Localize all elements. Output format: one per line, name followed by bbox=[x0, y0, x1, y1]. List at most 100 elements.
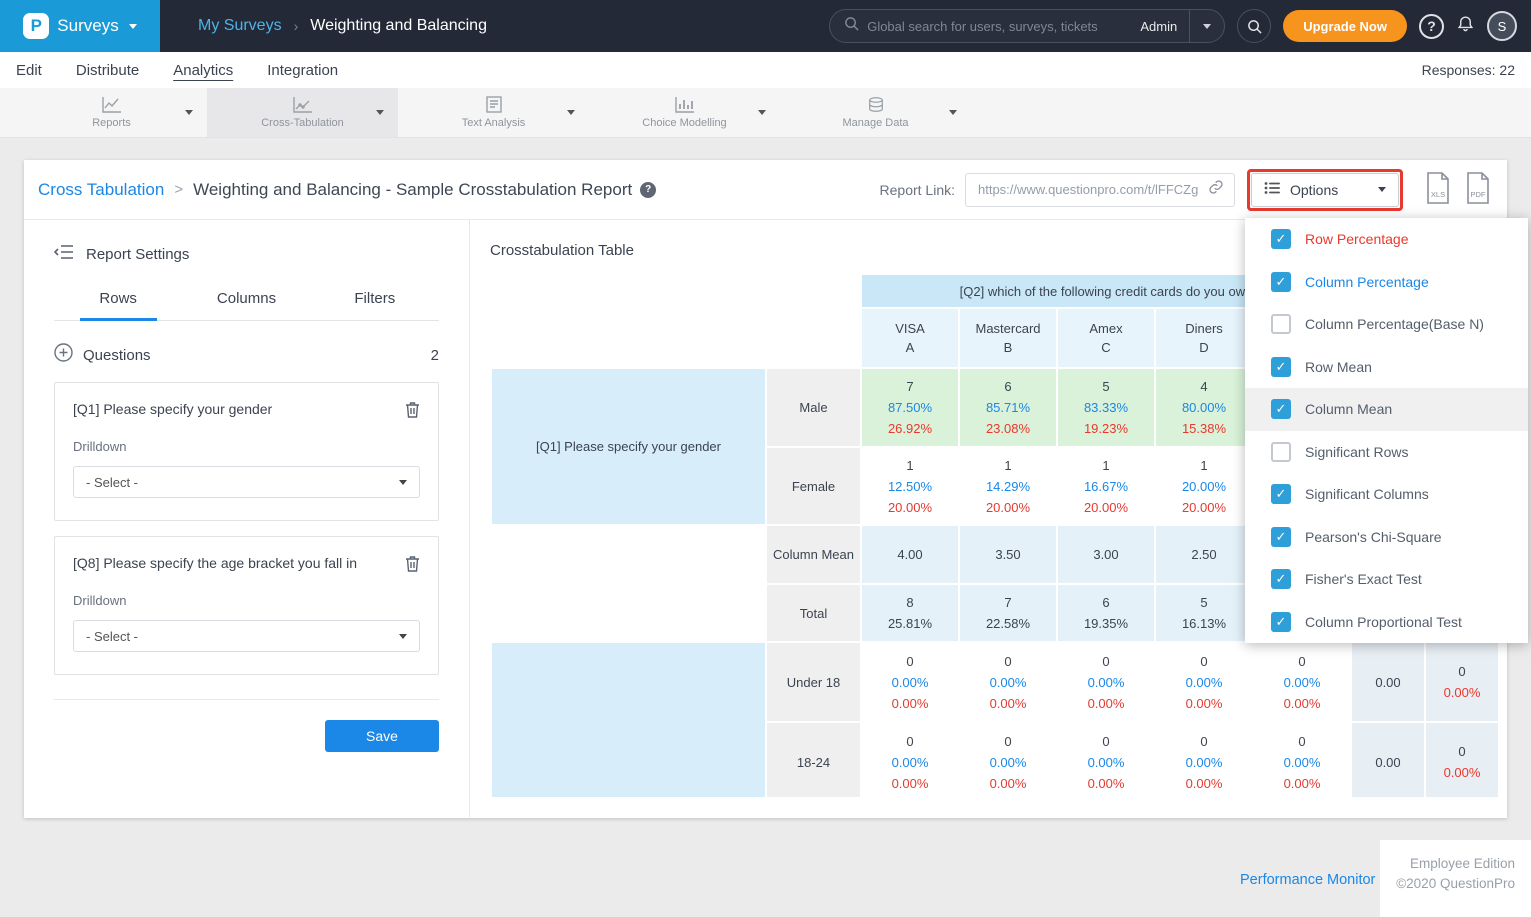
breadcrumb-separator: > bbox=[174, 181, 183, 198]
export-xls-button[interactable]: XLS bbox=[1425, 172, 1451, 207]
nav-item-edit[interactable]: Edit bbox=[16, 62, 42, 79]
topbar-actions: Admin Upgrade Now ? S bbox=[829, 9, 1531, 43]
row-total-cell: 00.00% bbox=[1426, 723, 1498, 797]
chevron-down-icon[interactable] bbox=[376, 110, 384, 115]
chevron-down-icon[interactable] bbox=[949, 110, 957, 115]
option-row-mean[interactable]: ✓Row Mean bbox=[1245, 346, 1528, 389]
option-column-percentage-base-n[interactable]: Column Percentage(Base N) bbox=[1245, 303, 1528, 346]
link-icon[interactable] bbox=[1208, 179, 1224, 200]
chevron-down-icon[interactable] bbox=[129, 24, 137, 29]
question-title: [Q8] Please specify the age bracket you … bbox=[73, 555, 405, 571]
breadcrumb-cross-tabulation[interactable]: Cross Tabulation bbox=[38, 180, 164, 200]
user-avatar[interactable]: S bbox=[1487, 11, 1517, 41]
checkbox-checked-icon[interactable]: ✓ bbox=[1271, 272, 1291, 292]
data-cell: 3.50 bbox=[960, 526, 1056, 583]
report-help-icon[interactable]: ? bbox=[640, 182, 656, 198]
cell-value: 0.00% bbox=[1254, 693, 1350, 714]
collapse-settings-icon[interactable] bbox=[54, 244, 74, 265]
options-button[interactable]: Options bbox=[1251, 173, 1399, 207]
option-column-mean[interactable]: ✓Column Mean bbox=[1245, 388, 1528, 431]
option-label: Column Percentage bbox=[1305, 274, 1429, 290]
performance-monitor-link[interactable]: Performance Monitor bbox=[1240, 872, 1375, 888]
responses-count: Responses: 22 bbox=[1422, 62, 1515, 78]
checkbox-checked-icon[interactable]: ✓ bbox=[1271, 399, 1291, 419]
checkbox-unchecked-icon[interactable] bbox=[1271, 314, 1291, 334]
nav-item-distribute[interactable]: Distribute bbox=[76, 62, 139, 79]
cell-value: 20.00% bbox=[1156, 476, 1252, 497]
checkbox-checked-icon[interactable]: ✓ bbox=[1271, 484, 1291, 504]
report-title: Weighting and Balancing - Sample Crossta… bbox=[193, 180, 632, 200]
cell-value: 0.00% bbox=[862, 773, 958, 794]
checkbox-checked-icon[interactable]: ✓ bbox=[1271, 229, 1291, 249]
option-column-proportional-test[interactable]: ✓ Column Proportional Test bbox=[1245, 601, 1528, 644]
nav-item-integration[interactable]: Integration bbox=[267, 62, 338, 79]
search-input[interactable] bbox=[867, 19, 1128, 34]
drilldown-select[interactable]: - Select - bbox=[73, 620, 420, 652]
delete-question-button[interactable] bbox=[405, 401, 420, 421]
cell-value: 0.00% bbox=[1156, 773, 1252, 794]
option-row-percentage[interactable]: ✓ Row Percentage bbox=[1245, 218, 1528, 261]
upgrade-now-button[interactable]: Upgrade Now bbox=[1283, 10, 1407, 42]
search-submit-button[interactable] bbox=[1237, 9, 1271, 43]
nav-item-analytics[interactable]: Analytics bbox=[173, 62, 233, 79]
cell-value: 0.00% bbox=[1254, 672, 1350, 693]
report-header-actions: Report Link: Options X bbox=[880, 169, 1499, 211]
breadcrumb-separator: › bbox=[294, 18, 299, 34]
help-icon[interactable]: ? bbox=[1419, 14, 1444, 39]
tab-rows[interactable]: Rows bbox=[54, 279, 182, 320]
toolbar-item-cross-tabulation[interactable]: Cross-Tabulation bbox=[207, 88, 398, 137]
option-pearson-s-chi-square[interactable]: ✓Pearson's Chi-Square bbox=[1245, 516, 1528, 559]
tab-filters[interactable]: Filters bbox=[311, 279, 439, 320]
search-scope-value[interactable]: Admin bbox=[1128, 19, 1189, 34]
cell-value: 3.00 bbox=[1058, 544, 1154, 565]
checkbox-checked-icon[interactable]: ✓ bbox=[1271, 612, 1291, 632]
option-significant-columns[interactable]: ✓Significant Columns bbox=[1245, 473, 1528, 516]
toolbar-item-manage-data[interactable]: Manage Data bbox=[780, 88, 971, 137]
save-button[interactable]: Save bbox=[325, 720, 439, 752]
product-switcher[interactable]: P Surveys bbox=[0, 0, 160, 52]
chevron-down-icon[interactable] bbox=[185, 110, 193, 115]
tab-columns[interactable]: Columns bbox=[182, 279, 310, 320]
cell-value: 1 bbox=[1058, 455, 1154, 476]
notifications-bell-icon[interactable] bbox=[1456, 14, 1475, 38]
search-scope-dropdown[interactable] bbox=[1189, 10, 1224, 42]
data-cell: 4.00 bbox=[862, 526, 958, 583]
chevron-down-icon[interactable] bbox=[758, 110, 766, 115]
report-settings-panel: Report Settings RowsColumnsFilters Quest… bbox=[24, 220, 470, 817]
text-analysis-icon bbox=[485, 96, 503, 114]
add-question-icon[interactable] bbox=[54, 343, 73, 367]
option-column-percentage[interactable]: ✓ Column Percentage bbox=[1245, 261, 1528, 304]
column-header-diners: DinersD bbox=[1156, 309, 1252, 367]
chevron-down-icon bbox=[1203, 24, 1211, 29]
data-cell: 112.50%20.00% bbox=[862, 448, 958, 524]
cell-value: 0.00% bbox=[1156, 672, 1252, 693]
cell-value: 15.38% bbox=[1156, 418, 1252, 439]
chevron-down-icon[interactable] bbox=[567, 110, 575, 115]
drilldown-select[interactable]: - Select - bbox=[73, 466, 420, 498]
option-significant-rows[interactable]: Significant Rows bbox=[1245, 431, 1528, 474]
toolbar-item-reports[interactable]: Reports bbox=[16, 88, 207, 137]
option-label: Column Percentage(Base N) bbox=[1305, 316, 1484, 332]
cell-value: 8 bbox=[862, 592, 958, 613]
toolbar-item-choice-modelling[interactable]: Choice Modelling bbox=[589, 88, 780, 137]
option-label: Column Proportional Test bbox=[1305, 614, 1462, 630]
report-url-input[interactable] bbox=[978, 182, 1208, 197]
checkbox-unchecked-icon[interactable] bbox=[1271, 442, 1291, 462]
breadcrumb-my-surveys[interactable]: My Surveys bbox=[198, 17, 282, 35]
checkbox-checked-icon[interactable]: ✓ bbox=[1271, 357, 1291, 377]
cell-value: 6 bbox=[1058, 592, 1154, 613]
checkbox-checked-icon[interactable]: ✓ bbox=[1271, 527, 1291, 547]
toolbar-item-text-analysis[interactable]: Text Analysis bbox=[398, 88, 589, 137]
export-pdf-button[interactable]: PDF bbox=[1465, 172, 1491, 207]
chevron-down-icon bbox=[1378, 187, 1386, 192]
cell-value: 0 bbox=[960, 731, 1056, 752]
questions-header-row: Questions 2 bbox=[54, 343, 439, 367]
cell-value: 0.00% bbox=[1254, 752, 1350, 773]
option-label: Row Percentage bbox=[1305, 231, 1409, 247]
questions-count: 2 bbox=[431, 347, 439, 364]
checkbox-checked-icon[interactable]: ✓ bbox=[1271, 569, 1291, 589]
save-row: Save bbox=[54, 720, 439, 752]
option-fisher-s-exact-test[interactable]: ✓Fisher's Exact Test bbox=[1245, 558, 1528, 601]
cell-value: 83.33% bbox=[1058, 397, 1154, 418]
delete-question-button[interactable] bbox=[405, 555, 420, 575]
